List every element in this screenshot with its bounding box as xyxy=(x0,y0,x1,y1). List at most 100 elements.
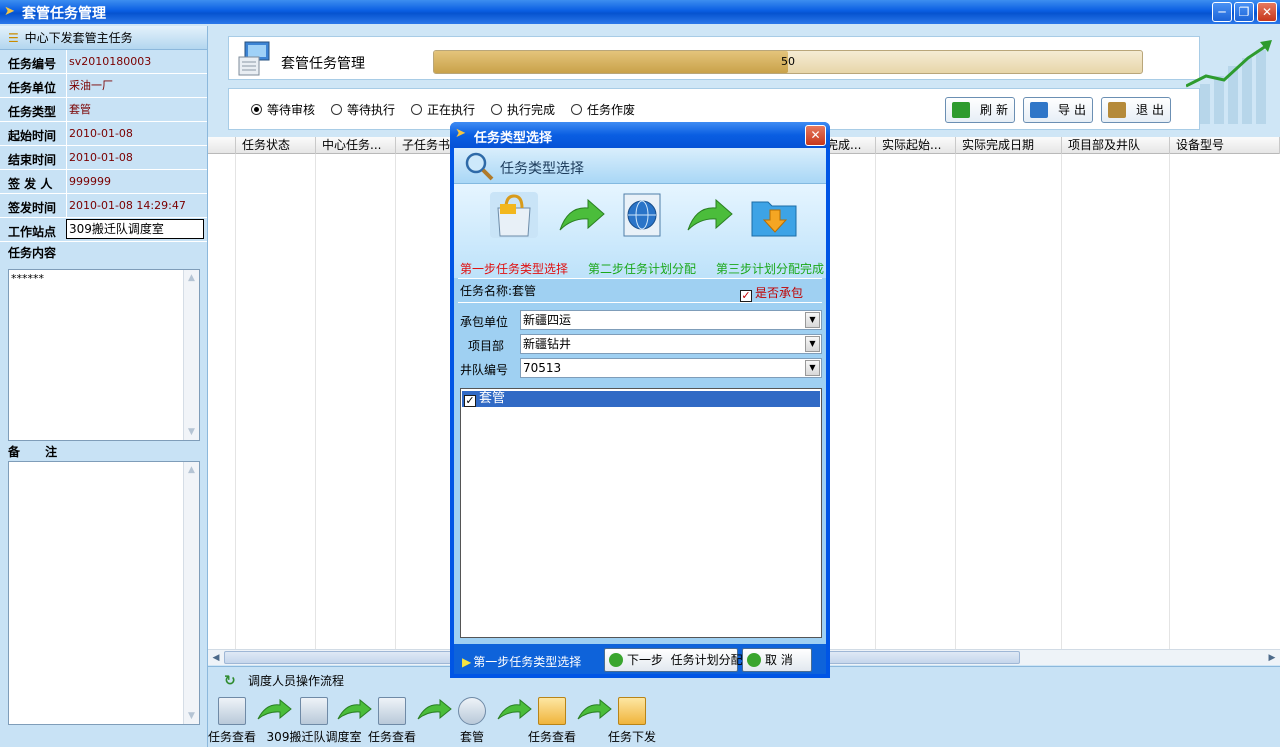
radio-pending-review[interactable]: 等待审核 xyxy=(251,101,315,118)
grid-line xyxy=(875,154,876,649)
export-icon xyxy=(1030,102,1048,118)
close-button[interactable]: ✕ xyxy=(1257,2,1277,22)
field-row: 签 发 人 999999 xyxy=(0,170,207,194)
column-header[interactable]: 任务状态 xyxy=(236,137,316,154)
radio-label: 正在执行 xyxy=(427,103,476,117)
download-doc-icon xyxy=(300,697,328,725)
refresh-button[interactable]: 刷新 xyxy=(945,97,1015,123)
contract-unit-value: 新疆四运 xyxy=(523,313,572,327)
team-select[interactable]: 70513 ▼ xyxy=(520,358,822,378)
divider xyxy=(458,278,822,279)
radio-pending-execute[interactable]: 等待执行 xyxy=(331,101,395,118)
task-content-text: ****** xyxy=(11,272,44,285)
flow-step-view[interactable]: 任务查看 xyxy=(526,697,578,745)
export-button[interactable]: 导出 xyxy=(1023,97,1093,123)
list-item[interactable]: ✓ 套管 xyxy=(462,391,820,407)
arrow-icon xyxy=(417,699,452,720)
undo-icon xyxy=(747,653,761,667)
save-icon xyxy=(378,697,406,725)
flow-step-view[interactable]: 任务查看 xyxy=(208,697,256,745)
task-name-value: 套管 xyxy=(512,284,537,298)
step-2-label: 第二步任务计划分配 xyxy=(588,262,697,276)
radio-label: 任务作废 xyxy=(587,103,636,117)
task-type-dialog: ➤ 任务类型选择 ✕ 任务类型选择 第一步任务类型选择 第二步任务计划分配 第三… xyxy=(450,122,830,678)
scroll-down-icon[interactable]: ▼ xyxy=(184,424,199,440)
dialog-footer: ▶ 第一步任务类型选择 下一步 任务计划分配 取 消 xyxy=(454,644,826,674)
task-type-list[interactable]: ✓ 套管 xyxy=(460,388,822,638)
task-detail-panel: ☰ 中心下发套管主任务 任务编号 sv2010180003 任务单位 采油一厂 任务… xyxy=(0,26,208,747)
flow-step-dispatch[interactable]: 任务下发 xyxy=(606,697,658,745)
app-icon: ➤ xyxy=(4,4,15,19)
arrow-right-icon xyxy=(687,198,733,231)
column-header[interactable]: 实际完成日期 xyxy=(956,137,1062,154)
scroll-up-icon[interactable]: ▲ xyxy=(184,270,199,286)
flow-icon: ↻ xyxy=(224,673,236,689)
flow-step-label: 任务查看 xyxy=(367,730,416,744)
radio-completed[interactable]: 执行完成 xyxy=(491,101,555,118)
flow-step-label: 任务查看 xyxy=(527,730,576,744)
contract-unit-label: 承包单位 xyxy=(460,315,509,329)
shopping-bag-icon xyxy=(490,192,538,238)
radio-icon[interactable] xyxy=(411,104,422,115)
progress-label: 50 xyxy=(781,55,795,68)
content-section: 任务内容 xyxy=(0,242,207,262)
minimize-button[interactable]: ─ xyxy=(1212,2,1232,22)
scroll-down-icon[interactable]: ▼ xyxy=(184,708,199,724)
flow-step-label: 任务下发 xyxy=(607,730,656,744)
module-title: 套管任务管理 xyxy=(281,56,365,72)
globe-doc-icon xyxy=(623,193,661,237)
field-label: 工作站点 xyxy=(8,225,57,239)
window-title: 套管任务管理 xyxy=(22,6,106,22)
flow-step-casing[interactable]: 套管 xyxy=(452,697,492,745)
cancel-button[interactable]: 取 消 xyxy=(742,648,812,672)
field-label: 任务编号 xyxy=(8,57,57,71)
field-label: 任务单位 xyxy=(8,81,57,95)
column-header[interactable]: 设备型号 xyxy=(1170,137,1280,154)
step-1-label: 第一步任务类型选择 xyxy=(460,262,569,276)
next-step-button[interactable]: 下一步 任务计划分配 xyxy=(604,648,743,672)
column-header[interactable]: 中心任务... xyxy=(316,137,396,154)
column-header[interactable]: 项目部及井队 xyxy=(1062,137,1170,154)
scroll-right-icon[interactable]: ▶ xyxy=(1265,651,1279,665)
progress-bar: 50 xyxy=(433,50,1143,74)
flow-step-view[interactable]: 任务查看 xyxy=(366,697,418,745)
scroll-left-icon[interactable]: ◀ xyxy=(209,651,223,665)
dialog-subtitle: 任务类型选择 xyxy=(500,161,584,177)
project-select[interactable]: 新疆钻井 ▼ xyxy=(520,334,822,354)
operation-flow-bar: ↻ 调度人员操作流程 任务查看 309搬迁队调度室 任务查看 套管 任务查看 任… xyxy=(208,666,1280,747)
scroll-up-icon[interactable]: ▲ xyxy=(184,462,199,478)
radio-icon[interactable] xyxy=(331,104,342,115)
project-label: 项目部 xyxy=(468,339,505,353)
chevron-down-icon[interactable]: ▼ xyxy=(805,336,820,352)
list-item-label: 套管 xyxy=(479,391,506,406)
memo-scrollbar[interactable]: ▲ ▼ xyxy=(183,270,199,440)
grid-line xyxy=(315,154,316,649)
chevron-down-icon[interactable]: ▼ xyxy=(805,360,820,376)
contract-checkbox[interactable]: ✓ 是否承包 xyxy=(740,284,803,302)
dialog-close-button[interactable]: ✕ xyxy=(805,125,826,146)
radio-icon[interactable] xyxy=(571,104,582,115)
column-header[interactable]: 实际起始... xyxy=(876,137,956,154)
grid-line xyxy=(395,154,396,649)
maximize-button[interactable]: ❐ xyxy=(1234,2,1254,22)
remark-memo[interactable]: ▲ ▼ xyxy=(8,461,200,725)
work-station-field[interactable]: 309搬迁队调度室 xyxy=(66,219,204,239)
field-row: 起始时间 2010-01-08 xyxy=(0,122,207,146)
field-label: 签发时间 xyxy=(8,201,57,215)
memo-scrollbar[interactable]: ▲ ▼ xyxy=(183,462,199,724)
checkbox-checked-icon[interactable]: ✓ xyxy=(740,290,752,302)
field-row: 任务类型 套管 xyxy=(0,98,207,122)
panel-header: ☰ 中心下发套管主任务 xyxy=(0,26,207,50)
task-content-memo[interactable]: ****** ▲ ▼ xyxy=(8,269,200,441)
exit-button[interactable]: 退出 xyxy=(1101,97,1171,123)
radio-selected-icon[interactable] xyxy=(251,104,262,115)
checkbox-checked-icon[interactable]: ✓ xyxy=(464,395,476,407)
contract-unit-select[interactable]: 新疆四运 ▼ xyxy=(520,310,822,330)
field-label: 任务类型 xyxy=(8,105,57,119)
radio-icon[interactable] xyxy=(491,104,502,115)
radio-executing[interactable]: 正在执行 xyxy=(411,101,475,118)
chevron-down-icon[interactable]: ▼ xyxy=(805,312,820,328)
flow-step-label: 套管 xyxy=(459,730,484,744)
task-type-value: 套管 xyxy=(66,98,204,121)
radio-cancelled[interactable]: 任务作废 xyxy=(571,101,635,118)
